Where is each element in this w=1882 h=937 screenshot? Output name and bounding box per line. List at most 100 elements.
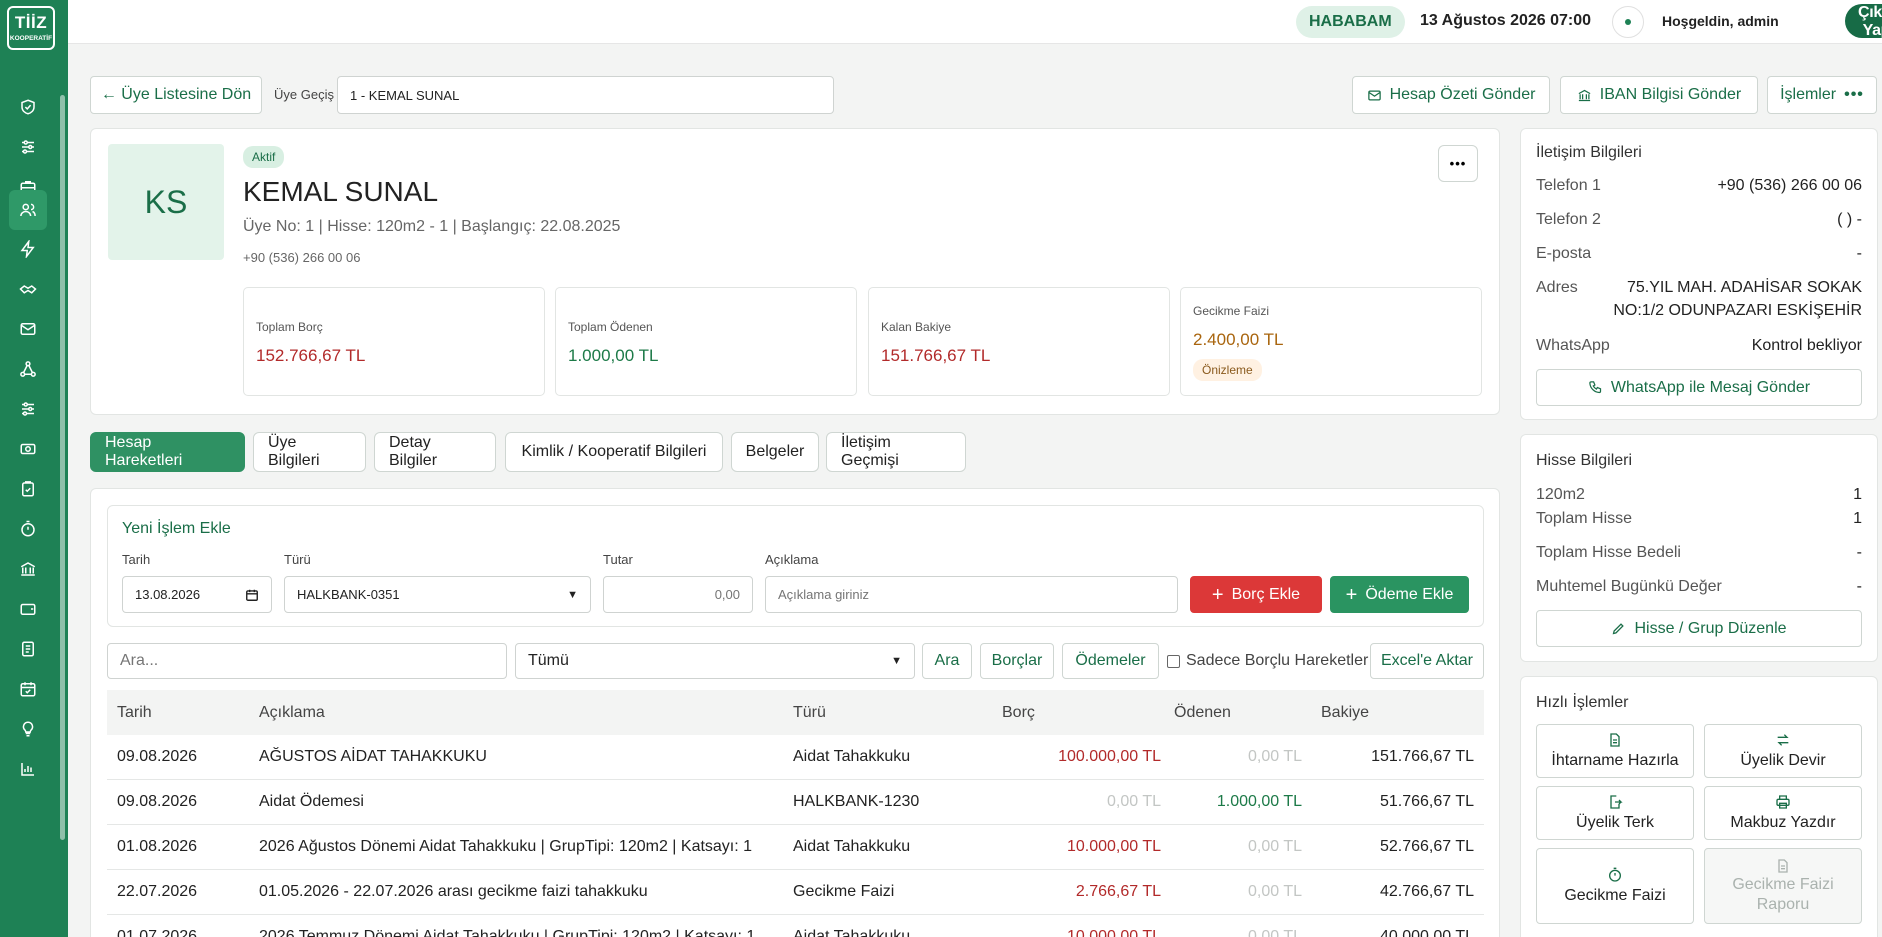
print-receipt-button[interactable]: Makbuz Yazdır bbox=[1704, 786, 1862, 840]
cell-paid: 0,00 TL bbox=[1248, 748, 1302, 765]
cell-type: Aidat Tahakkuku bbox=[793, 928, 911, 937]
cell-paid: 0,00 TL bbox=[1248, 928, 1302, 937]
share-price-label: Toplam Hisse Bedeli bbox=[1536, 544, 1681, 561]
search-button[interactable]: Ara bbox=[922, 643, 972, 679]
late-fee-button[interactable]: Gecikme Faizi bbox=[1536, 848, 1694, 924]
sidebar-sliders-icon[interactable] bbox=[9, 128, 47, 166]
member-more-button[interactable]: ••• bbox=[1438, 145, 1478, 182]
member-phone: +90 (536) 266 00 06 bbox=[243, 250, 361, 265]
only-debts-label: Sadece Borçlu Hareketler bbox=[1186, 652, 1369, 669]
sidebar-document-icon[interactable] bbox=[9, 630, 47, 668]
sidebar-lightbulb-icon[interactable] bbox=[9, 710, 47, 748]
only-debts-toggle[interactable]: Sadece Borçlu Hareketler bbox=[1167, 652, 1368, 670]
table-row[interactable]: 09.08.2026 AĞUSTOS AİDAT TAHAKKUKU Aidat… bbox=[107, 735, 1484, 780]
email-label: E-posta bbox=[1536, 245, 1592, 262]
cell-debt: 10.000,00 TL bbox=[1066, 928, 1161, 937]
add-debt-button[interactable]: + Borç Ekle bbox=[1190, 576, 1322, 613]
back-to-list-button[interactable]: ← Üye Listesine Dön bbox=[90, 76, 262, 114]
tab-identity-coop[interactable]: Kimlik / Kooperatif Bilgileri bbox=[505, 432, 723, 472]
table-row[interactable]: 01.08.2026 2026 Ağustos Dönemi Aidat Tah… bbox=[107, 825, 1484, 870]
sidebar-bank-icon[interactable] bbox=[9, 550, 47, 588]
prepare-notice-button[interactable]: İhtarname Hazırla bbox=[1536, 724, 1694, 778]
sidebar-handshake-icon[interactable] bbox=[9, 270, 47, 308]
cell-debt: 0,00 TL bbox=[1107, 793, 1161, 810]
tab-account-movements[interactable]: Hesap Hareketleri bbox=[90, 432, 245, 472]
total-shares-label: Toplam Hisse bbox=[1536, 510, 1633, 527]
company-badge: HABABAM bbox=[1296, 6, 1405, 38]
checkbox[interactable] bbox=[1167, 654, 1180, 668]
actions-menu-button[interactable]: İşlemler ••• bbox=[1767, 76, 1877, 114]
edit-share-button[interactable]: Hisse / Grup Düzenle bbox=[1536, 610, 1862, 647]
stat-value: 2.400,00 TL bbox=[1193, 330, 1284, 349]
printer-icon bbox=[1776, 795, 1790, 809]
contact-title: İletişim Bilgileri bbox=[1536, 144, 1642, 161]
sidebar-wallet-icon[interactable] bbox=[9, 590, 47, 628]
table-row[interactable]: 01.07.2026 2026 Temmuz Dönemi Aidat Taha… bbox=[107, 915, 1484, 937]
sidebar-sliders-2-icon[interactable] bbox=[9, 390, 47, 428]
cell-type: Aidat Tahakkuku bbox=[793, 748, 911, 765]
phone-icon bbox=[1589, 381, 1602, 394]
sidebar-calendar-check-icon[interactable] bbox=[9, 670, 47, 708]
send-iban-button[interactable]: IBAN Bilgisi Gönder bbox=[1560, 76, 1758, 114]
cell-paid: 0,00 TL bbox=[1248, 838, 1302, 855]
chevron-down-icon: ▼ bbox=[891, 655, 902, 667]
stat-label: Gecikme Faizi bbox=[1193, 304, 1270, 318]
type-label: Türü bbox=[284, 552, 311, 567]
sidebar-mail-icon[interactable] bbox=[9, 310, 47, 348]
sidebar-cash-icon[interactable] bbox=[9, 430, 47, 468]
th-date: Tarih bbox=[117, 704, 152, 721]
stat-label: Kalan Bakiye bbox=[881, 320, 952, 334]
topbar: HABABAM 13 Ağustos 2026 07:00 Hoşgeldin,… bbox=[68, 0, 1882, 44]
cell-debt: 2.766,67 TL bbox=[1075, 883, 1161, 900]
membership-leave-button[interactable]: Üyelik Terk bbox=[1536, 786, 1694, 840]
phone1-label: Telefon 1 bbox=[1536, 177, 1601, 194]
sidebar-clipboard-check-icon[interactable] bbox=[9, 470, 47, 508]
send-summary-button[interactable]: Hesap Özeti Gönder bbox=[1352, 76, 1550, 114]
logo-subtext: KOOPERATİF bbox=[9, 35, 53, 42]
description-input[interactable] bbox=[765, 576, 1178, 613]
sidebar-bolt-icon[interactable] bbox=[9, 230, 47, 268]
member-info: Üye No: 1 | Hisse: 120m2 - 1 | Başlangıç… bbox=[243, 218, 621, 235]
tab-documents[interactable]: Belgeler bbox=[731, 432, 819, 472]
logo-text: TİİZ bbox=[14, 13, 48, 32]
status-badge: Aktif bbox=[243, 146, 285, 168]
whatsapp-send-button[interactable]: WhatsApp ile Mesaj Gönder bbox=[1536, 369, 1862, 406]
sidebar-scrollbar[interactable] bbox=[60, 95, 65, 840]
edit-share-label: Hisse / Grup Düzenle bbox=[1634, 619, 1787, 637]
tab-member-info[interactable]: Üye Bilgileri bbox=[253, 432, 366, 472]
search-input[interactable] bbox=[107, 643, 507, 679]
filter-type-select[interactable]: Tümü ▼ bbox=[515, 643, 915, 679]
logout-button[interactable]: Çıkış Yap bbox=[1845, 4, 1882, 39]
address-label: Adres bbox=[1536, 279, 1578, 296]
add-payment-button[interactable]: + Ödeme Ekle bbox=[1330, 576, 1469, 613]
debts-filter-button[interactable]: Borçlar bbox=[980, 643, 1054, 679]
table-row[interactable]: 22.07.2026 01.05.2026 - 22.07.2026 arası… bbox=[107, 870, 1484, 915]
sidebar-network-icon[interactable] bbox=[9, 350, 47, 388]
cell-paid: 0,00 TL bbox=[1248, 883, 1302, 900]
membership-transfer-button[interactable]: Üyelik Devir bbox=[1704, 724, 1862, 778]
calendar-icon[interactable] bbox=[245, 588, 259, 602]
stat-label: Toplam Borç bbox=[256, 320, 323, 334]
pencil-icon bbox=[1613, 623, 1625, 635]
date-input[interactable]: 13.08.2026 bbox=[122, 576, 272, 613]
filter-type-value: Tümü bbox=[528, 652, 569, 669]
phone2-value: ( ) - bbox=[1837, 211, 1862, 228]
tab-detail-info[interactable]: Detay Bilgiler bbox=[374, 432, 496, 472]
type-select[interactable]: HALKBANK-0351 ▼ bbox=[284, 576, 591, 613]
stat-total-debt: Toplam Borç 152.766,67 TL bbox=[243, 287, 545, 396]
amount-input[interactable] bbox=[603, 576, 753, 613]
payments-filter-button[interactable]: Ödemeler bbox=[1062, 643, 1159, 679]
member-switch-input[interactable] bbox=[337, 76, 834, 114]
th-debt: Borç bbox=[1002, 704, 1035, 721]
tab-communication-history[interactable]: İletişim Geçmişi bbox=[826, 432, 966, 472]
add-debt-label: Borç Ekle bbox=[1231, 585, 1301, 603]
sidebar-users-icon[interactable] bbox=[9, 190, 47, 230]
late-fee-label: Gecikme Faizi bbox=[1564, 887, 1666, 904]
sidebar-stopwatch-icon[interactable] bbox=[9, 510, 47, 548]
brand-logo[interactable]: TİİZ KOOPERATİF bbox=[7, 6, 55, 50]
export-excel-button[interactable]: Excel'e Aktar bbox=[1370, 643, 1484, 679]
table-row[interactable]: 09.08.2026 Aidat Ödemesi HALKBANK-1230 0… bbox=[107, 780, 1484, 825]
late-fee-report-button[interactable]: Gecikme Faizi Raporu bbox=[1704, 848, 1862, 924]
sidebar-chart-icon[interactable] bbox=[9, 750, 47, 788]
sidebar-shield-check-icon[interactable] bbox=[9, 88, 47, 126]
